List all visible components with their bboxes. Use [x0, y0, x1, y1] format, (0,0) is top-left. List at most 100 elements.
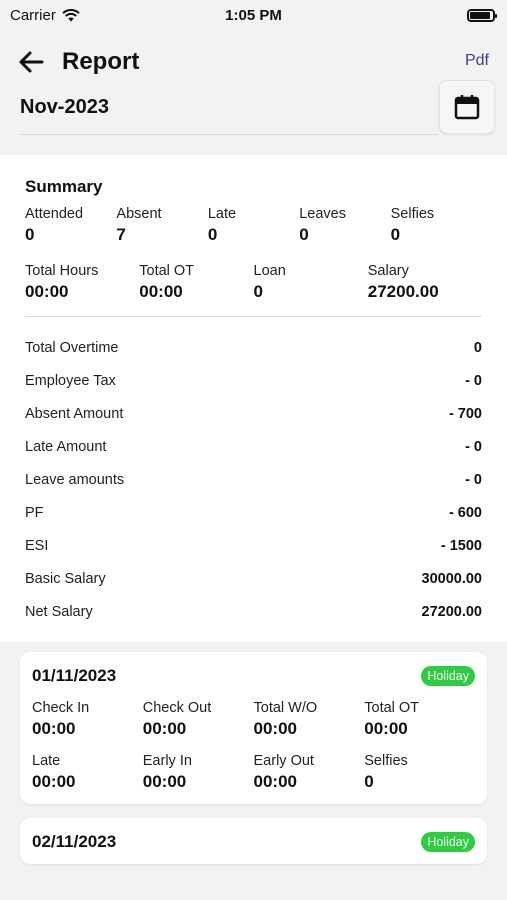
carrier-label: Carrier: [10, 6, 56, 24]
stat-value: 00:00: [25, 282, 69, 301]
pdf-button[interactable]: Pdf: [465, 52, 489, 70]
day-list: 01/11/2023 Holiday Check In 00:00 Check O…: [0, 642, 507, 864]
cell-value: 00:00: [32, 719, 76, 738]
summary-title: Summary: [25, 177, 103, 196]
cell-label: Early Out: [253, 753, 314, 769]
day-date: 02/11/2023: [32, 832, 117, 851]
day-details-grid: Check In 00:00 Check Out 00:00 Total W/O 00…: [32, 700, 475, 792]
stat-value: 0: [207, 225, 218, 244]
holiday-badge: Holiday: [421, 666, 475, 686]
day-cell-total-wo: Total W/O 00:00: [254, 700, 365, 739]
line-value: 0: [473, 339, 482, 356]
status-left: Carrier: [10, 7, 80, 24]
stat-late: Late 0: [208, 206, 299, 245]
status-bar: Carrier 1:05 PM: [0, 0, 507, 30]
day-card[interactable]: 01/11/2023 Holiday Check In 00:00 Check O…: [20, 652, 487, 804]
line-label: PF: [25, 504, 44, 521]
line-value: - 1500: [440, 537, 482, 554]
stat-value: 0: [390, 225, 401, 244]
stat-label: Selfies: [390, 206, 435, 222]
line-label: Absent Amount: [25, 405, 124, 422]
stat-selfies: Selfies 0: [391, 206, 482, 245]
line-label: ESI: [25, 537, 49, 554]
line-item-total-overtime: Total Overtime 0: [25, 331, 482, 364]
battery-icon: [467, 8, 497, 22]
report-screen: Carrier 1:05 PM Report Pdf Nov-2023 Summ…: [0, 0, 507, 900]
stat-total-ot: Total OT 00:00: [139, 263, 253, 302]
cell-value: 00:00: [142, 772, 187, 791]
stat-value: 0: [253, 282, 263, 301]
day-cell-total-ot: Total OT 00:00: [364, 700, 475, 739]
cell-label: Selfies: [364, 753, 408, 769]
line-value: - 0: [465, 372, 482, 389]
day-cell-check-in: Check In 00:00: [32, 700, 143, 739]
stat-label: Total OT: [139, 263, 195, 279]
cell-label: Early In: [142, 753, 192, 769]
line-value: - 0: [465, 471, 482, 488]
line-label: Net Salary: [25, 603, 93, 620]
line-item-basic-salary: Basic Salary 30000.00: [25, 562, 482, 595]
line-item-absent-amount: Absent Amount - 700: [25, 397, 482, 430]
wifi-icon: [62, 8, 80, 21]
stat-absent: Absent 7: [116, 206, 207, 245]
stat-loan: Loan 0: [254, 263, 368, 302]
header-divider: [20, 134, 437, 135]
line-item-net-salary: Net Salary 27200.00: [25, 595, 482, 628]
calendar-button[interactable]: [439, 80, 495, 134]
cell-value: 00:00: [253, 772, 297, 791]
summary-divider: [25, 316, 482, 317]
holiday-badge: Holiday: [421, 832, 475, 852]
header: Report Pdf Nov-2023: [0, 30, 507, 152]
stat-value: 00:00: [139, 282, 183, 301]
stat-label: Loan: [253, 263, 286, 279]
summary-card: Summary Attended 0 Absent 7 Late 0 Leave…: [0, 155, 507, 642]
line-value: - 0: [465, 438, 482, 455]
day-card[interactable]: 02/11/2023 Holiday: [20, 818, 487, 864]
stat-label: Leaves: [299, 206, 346, 222]
stat-label: Late: [207, 206, 237, 222]
cell-value: 00:00: [32, 772, 76, 791]
day-cell-late: Late 00:00: [32, 753, 143, 792]
calendar-icon: [454, 95, 480, 120]
stat-label: Attended: [25, 206, 84, 222]
stat-value: 0: [25, 225, 35, 244]
stat-value: 0: [299, 225, 309, 244]
stat-label: Absent: [116, 206, 162, 222]
summary-stats-row-2: Total Hours 00:00 Total OT 00:00 Loan 0 …: [25, 263, 482, 302]
day-cell-early-out: Early Out 00:00: [254, 753, 365, 792]
line-label: Leave amounts: [25, 471, 125, 488]
stat-label: Total Hours: [25, 263, 99, 279]
line-item-pf: PF - 600: [25, 496, 482, 529]
cell-value: 00:00: [142, 719, 187, 738]
day-card-header: 01/11/2023 Holiday: [32, 666, 475, 686]
cell-value: 00:00: [364, 719, 408, 738]
cell-label: Late: [32, 753, 61, 769]
stat-attended: Attended 0: [25, 206, 116, 245]
line-value: 27200.00: [421, 603, 482, 620]
line-value: 30000.00: [421, 570, 482, 587]
cell-label: Total W/O: [253, 700, 318, 716]
stat-value: 7: [116, 225, 126, 244]
cell-label: Check Out: [142, 700, 212, 716]
month-label: Nov-2023: [20, 96, 109, 118]
line-label: Late Amount: [25, 438, 107, 455]
line-item-esi: ESI - 1500: [25, 529, 482, 562]
page-title: Report: [62, 48, 140, 75]
line-item-late-amount: Late Amount - 0: [25, 430, 482, 463]
stat-total-hours: Total Hours 00:00: [25, 263, 139, 302]
day-cell-check-out: Check Out 00:00: [143, 700, 254, 739]
arrow-left-icon[interactable]: [18, 50, 44, 74]
line-label: Basic Salary: [25, 570, 106, 587]
stat-label: Salary: [367, 263, 409, 279]
battery-fill: [470, 11, 491, 19]
stat-value: 27200.00: [367, 282, 439, 301]
line-value: - 700: [448, 405, 482, 422]
line-item-employee-tax: Employee Tax - 0: [25, 364, 482, 397]
line-label: Total Overtime: [25, 339, 119, 356]
stat-salary: Salary 27200.00: [368, 263, 482, 302]
day-cell-selfies: Selfies 0: [364, 753, 475, 792]
day-date: 01/11/2023: [32, 666, 117, 685]
stat-leaves: Leaves 0: [299, 206, 390, 245]
cell-value: 00:00: [253, 719, 297, 738]
day-card-header: 02/11/2023 Holiday: [32, 832, 475, 852]
